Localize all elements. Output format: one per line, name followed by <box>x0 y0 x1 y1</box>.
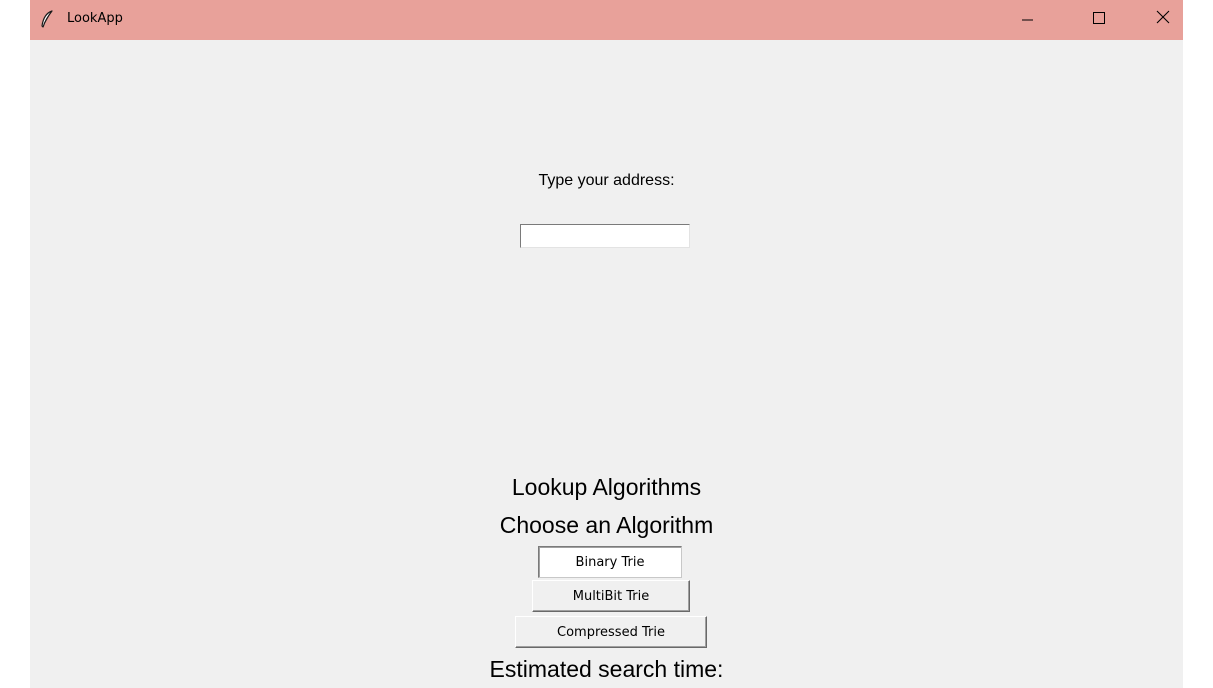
minimize-icon <box>1022 19 1033 21</box>
lookup-algorithms-heading: Lookup Algorithms <box>511 474 702 500</box>
title-bar[interactable]: LookApp <box>30 0 1183 40</box>
compressed-trie-button[interactable]: Compressed Trie <box>515 616 707 648</box>
close-icon <box>1156 10 1170 24</box>
close-button[interactable] <box>1137 0 1183 40</box>
choose-algorithm-heading: Choose an Algorithm <box>499 512 714 538</box>
window-title: LookApp <box>67 11 123 26</box>
estimated-search-time-label: Estimated search time: <box>489 656 724 682</box>
address-label: Type your address: <box>538 172 675 189</box>
maximize-icon <box>1093 12 1105 24</box>
feather-icon <box>41 10 53 28</box>
app-window: LookApp Type your address: Lookup Algori… <box>30 0 1183 688</box>
address-input[interactable] <box>520 224 690 248</box>
maximize-button[interactable] <box>1077 0 1123 40</box>
multibit-trie-button[interactable]: MultiBit Trie <box>532 580 690 612</box>
binary-trie-button[interactable]: Binary Trie <box>538 546 682 578</box>
minimize-button[interactable] <box>1019 0 1065 40</box>
